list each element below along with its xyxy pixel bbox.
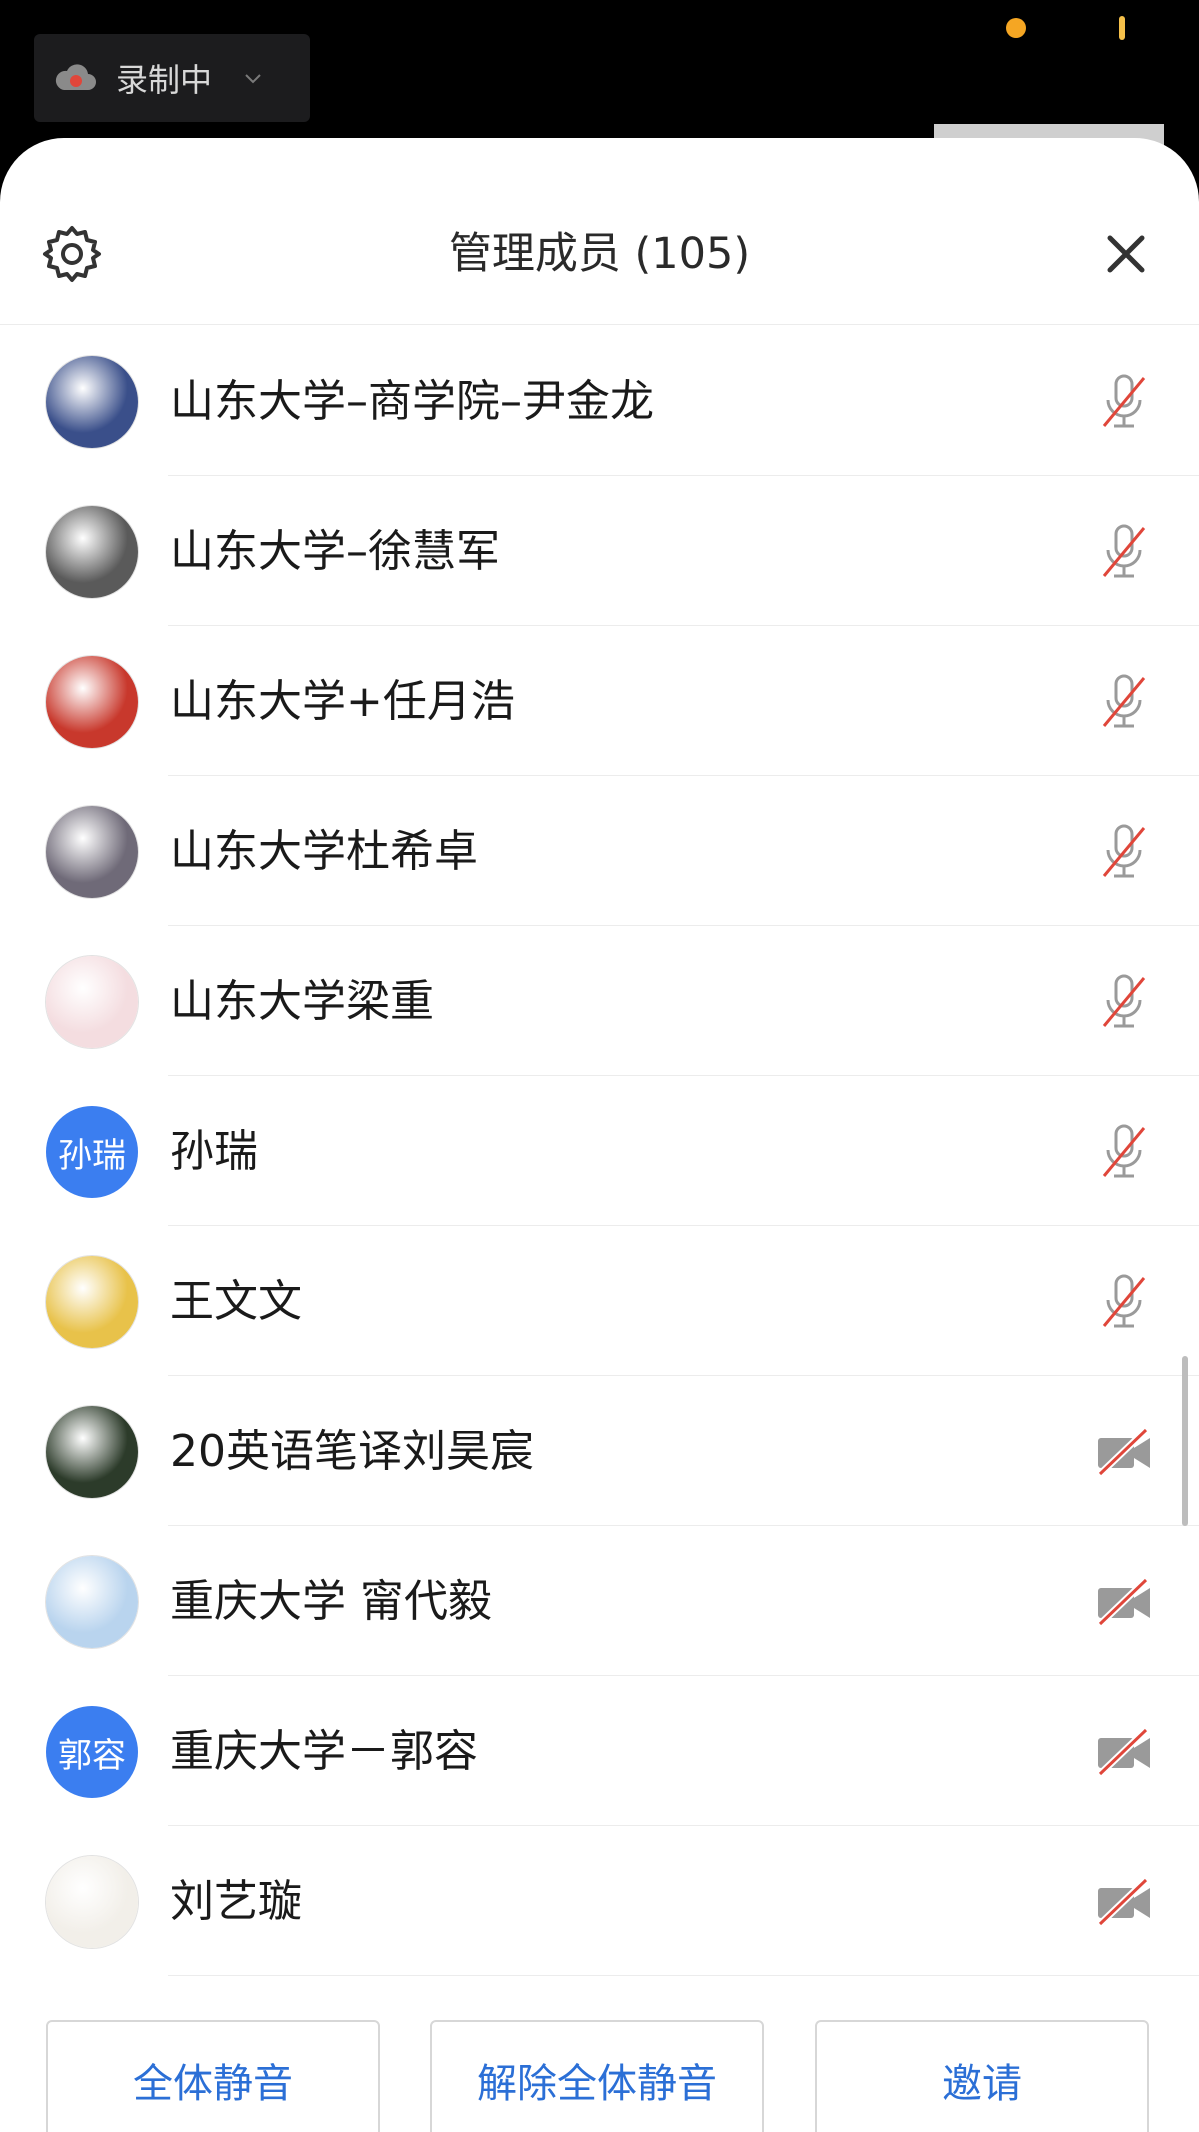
member-name: 20英语笔译刘昊宸 [170,1426,534,1477]
member-row[interactable]: 山东大学杜希卓 [0,776,1199,926]
member-name: 重庆大学－郭容 [170,1726,478,1777]
invite-button[interactable]: 邀请 [815,2020,1149,2132]
member-name: 孙瑞 [170,1126,258,1177]
status-indicator [1119,16,1125,40]
member-name: 山东大学杜希卓 [170,826,478,877]
camera-off-icon[interactable] [1092,1720,1156,1784]
mic-muted-icon[interactable] [1092,670,1156,734]
member-name: 山东大学–商学院–尹金龙 [170,376,654,427]
close-icon[interactable] [1096,224,1156,284]
member-row[interactable]: 山东大学+任月浩 [0,626,1199,776]
member-name: 重庆大学 甯代毅 [170,1576,492,1627]
recording-indicator[interactable]: 录制中 [34,34,310,122]
camera-off-icon[interactable] [1092,1420,1156,1484]
member-row[interactable]: 郭容 重庆大学－郭容 [0,1676,1199,1826]
sheet-header: 管理成员 (105) [0,138,1199,326]
member-list[interactable]: 山东大学–商学院–尹金龙 山东大学–徐慧军 山东大学+任月浩 山东大学杜希卓 山东大学梁… [0,326,1199,1976]
member-name: 山东大学梁重 [170,976,434,1027]
mute-all-button[interactable]: 全体静音 [46,2020,380,2132]
top-status-area: 录制中 [0,0,1199,164]
camera-off-icon[interactable] [1092,1570,1156,1634]
avatar [46,1406,138,1498]
mic-muted-icon[interactable] [1092,970,1156,1034]
member-name: 刘艺璇 [170,1876,302,1927]
avatar [46,1556,138,1648]
cloud-icon [55,64,96,90]
header-divider [0,324,1199,325]
member-row[interactable]: 20英语笔译刘昊宸 [0,1376,1199,1526]
status-dot [1006,18,1026,38]
avatar [46,806,138,898]
scrollbar[interactable] [1182,1356,1188,1526]
chevron-down-icon [245,74,261,84]
camera-off-icon[interactable] [1092,1870,1156,1934]
avatar [46,956,138,1048]
member-name: 山东大学–徐慧军 [170,526,500,577]
recording-label: 录制中 [116,61,213,99]
member-row[interactable]: 王文文 [0,1226,1199,1376]
avatar: 郭容 [46,1706,138,1798]
member-row[interactable]: 孙瑞 孙瑞 [0,1076,1199,1226]
member-row[interactable]: 山东大学梁重 [0,926,1199,1076]
avatar [46,1856,138,1948]
action-bar: 全体静音 解除全体静音 邀请 [0,1978,1199,2132]
mic-muted-icon[interactable] [1092,1120,1156,1184]
member-row[interactable]: 山东大学–商学院–尹金龙 [0,326,1199,476]
page-title: 管理成员 (105) [448,229,751,279]
mic-muted-icon[interactable] [1092,520,1156,584]
row-divider [168,1975,1199,1976]
member-name: 王文文 [170,1276,302,1327]
avatar [46,656,138,748]
avatar [46,356,138,448]
member-row[interactable]: 山东大学–徐慧军 [0,476,1199,626]
member-row[interactable]: 重庆大学 甯代毅 [0,1526,1199,1676]
mic-muted-icon[interactable] [1092,370,1156,434]
avatar: 孙瑞 [46,1106,138,1198]
mic-muted-icon[interactable] [1092,820,1156,884]
avatar [46,1256,138,1348]
member-row[interactable]: 刘艺璇 [0,1826,1199,1976]
unmute-all-button[interactable]: 解除全体静音 [430,2020,764,2132]
member-name: 山东大学+任月浩 [170,676,515,727]
members-sheet: 管理成员 (105) 山东大学–商学院–尹金龙 山东大学–徐慧军 山东大学+任月浩山… [0,138,1199,2132]
mic-muted-icon[interactable] [1092,1270,1156,1334]
avatar [46,506,138,598]
